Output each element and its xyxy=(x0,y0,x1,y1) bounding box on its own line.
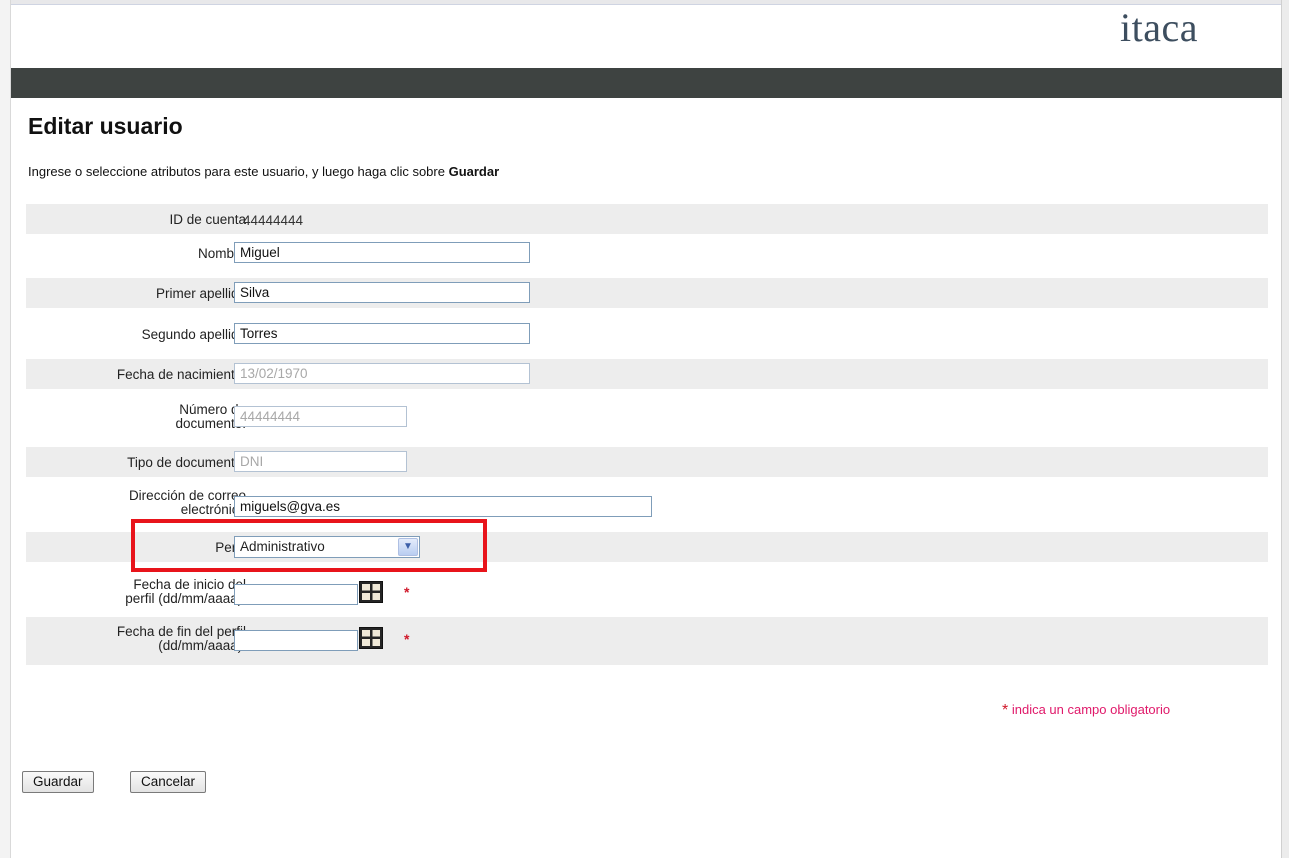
birth-date-input: 13/02/1970 xyxy=(234,363,530,384)
required-marker: * xyxy=(404,584,410,600)
row-doc-number: Número de documento: 44444444 xyxy=(26,400,1268,440)
itaca-logo: itaca xyxy=(1120,5,1198,50)
profile-start-label: Fecha de inicio del perfil (dd/mm/aaaa): xyxy=(125,578,246,606)
row-profile-end: Fecha de fin del perfil (dd/mm/aaaa): * xyxy=(26,617,1268,665)
row-doc-type: Tipo de documento: DNI xyxy=(26,447,1268,477)
header-bar xyxy=(11,68,1282,98)
cancel-button[interactable]: Cancelar xyxy=(130,771,207,793)
window-left-edge xyxy=(0,0,11,858)
profile-start-input[interactable] xyxy=(234,584,358,605)
required-marker: * xyxy=(404,631,410,647)
email-label-line1: Dirección de correo xyxy=(128,488,246,503)
profile-end-label-line2: (dd/mm/aaaa): xyxy=(158,638,246,653)
row-first-name: Nombre Miguel xyxy=(26,238,1268,268)
doc-number-input: 44444444 xyxy=(234,406,407,427)
window-scrollbar[interactable] xyxy=(1281,0,1289,858)
last-name-1-label: Primer apellido xyxy=(155,286,246,301)
row-profile-start: Fecha de inicio del perfil (dd/mm/aaaa):… xyxy=(26,576,1268,614)
row-account-id: ID de cuenta 44444444 xyxy=(26,204,1268,234)
required-fields-note: * indica un campo obligatorio xyxy=(1002,702,1170,720)
window-top-edge xyxy=(0,0,1289,5)
last-name-2-input[interactable]: Torres xyxy=(234,323,530,344)
row-last-name-1: Primer apellido Silva xyxy=(26,278,1268,308)
profile-start-label-line2: perfil (dd/mm/aaaa): xyxy=(125,591,246,606)
email-input[interactable]: miguels@gva.es xyxy=(234,496,652,517)
instructions-text: Ingrese o seleccione atributos para este… xyxy=(28,164,449,179)
profile-end-label-line1: Fecha de fin del perfil xyxy=(116,624,246,639)
doc-type-input: DNI xyxy=(234,451,407,472)
instructions-bold: Guardar xyxy=(448,164,500,179)
email-label: Dirección de correo electrónico xyxy=(129,489,246,517)
save-button[interactable]: Guardar xyxy=(22,771,94,793)
first-name-input[interactable]: Miguel xyxy=(234,242,530,263)
profile-start-label-line1: Fecha de inicio del xyxy=(133,577,246,592)
page-title: Editar usuario xyxy=(28,113,183,139)
birth-date-label: Fecha de nacimiento: xyxy=(116,367,246,382)
profile-end-label: Fecha de fin del perfil (dd/mm/aaaa): xyxy=(117,625,246,653)
last-name-1-input[interactable]: Silva xyxy=(234,282,530,303)
instructions: Ingrese o seleccione atributos para este… xyxy=(28,164,499,179)
row-birth-date: Fecha de nacimiento: 13/02/1970 xyxy=(26,359,1268,389)
calendar-icon[interactable] xyxy=(359,627,383,649)
doc-type-label: Tipo de documento: xyxy=(127,455,246,470)
row-last-name-2: Segundo apellido Torres xyxy=(26,319,1268,349)
required-note-text: indica un campo obligatorio xyxy=(1008,702,1171,717)
account-id-label: ID de cuenta xyxy=(169,212,246,227)
profile-highlight-box xyxy=(131,519,487,572)
last-name-2-label: Segundo apellido xyxy=(141,327,246,342)
account-id-value: 44444444 xyxy=(243,213,304,228)
calendar-icon[interactable] xyxy=(359,581,383,603)
profile-end-input[interactable] xyxy=(234,630,358,651)
